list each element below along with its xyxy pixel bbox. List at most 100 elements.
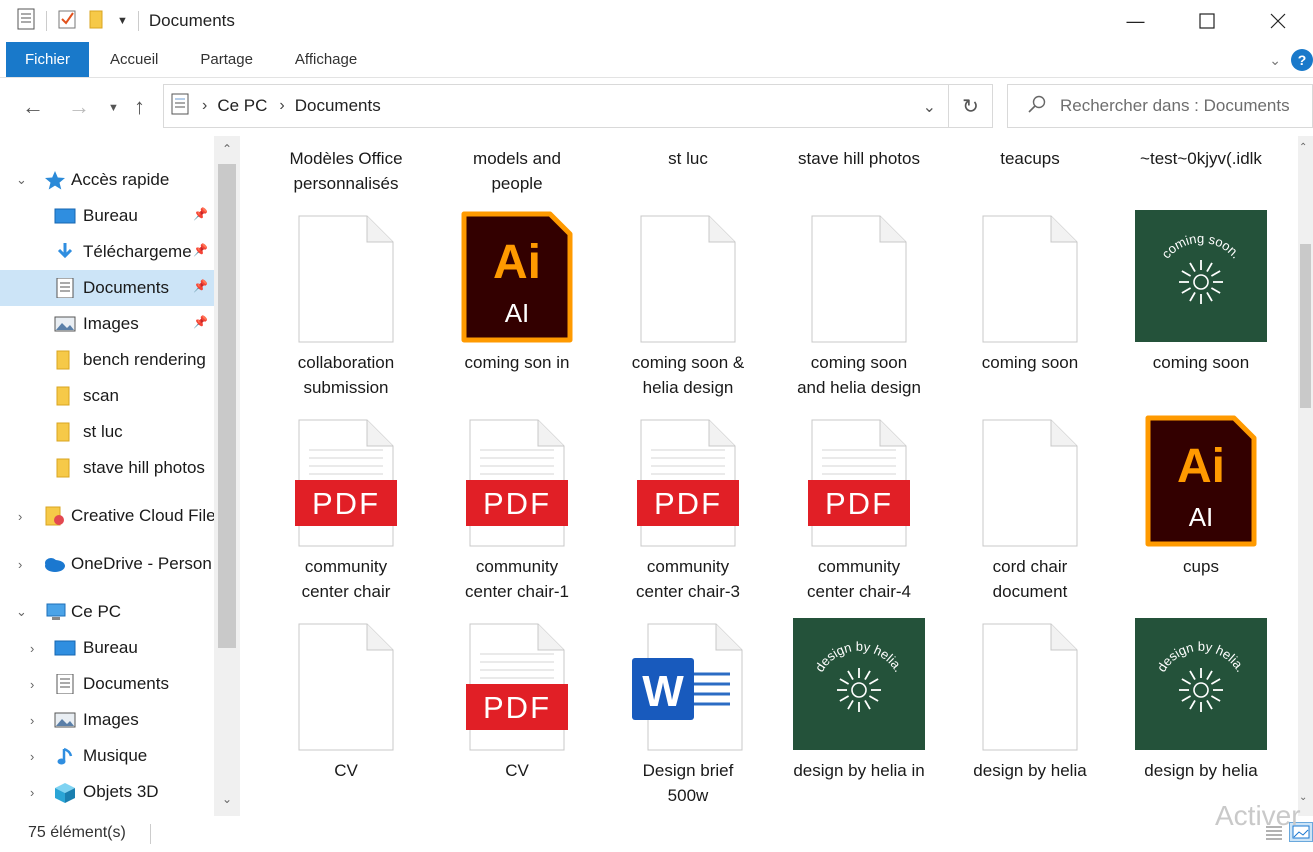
sidebar-item-documents[interactable]: Documents 📌 — [0, 270, 214, 306]
file-item-cv[interactable]: CV — [266, 618, 426, 816]
sidebar-scrollbar[interactable]: ⌃ ⌄ — [214, 136, 240, 816]
file-item-community-center-chair-3[interactable]: PDF community center chair-3 — [608, 414, 768, 614]
file-item-test-0kjyv-idlk[interactable]: ~test~0kjyv(.idlk — [1121, 136, 1281, 206]
sidebar-item-pc-documents[interactable]: › Documents — [0, 666, 214, 702]
sidebar-item-acces-rapide[interactable]: ⌄ Accès rapide — [0, 162, 214, 198]
sidebar-item-pc-images[interactable]: › Images — [0, 702, 214, 738]
svg-text:Ai: Ai — [493, 236, 541, 289]
image-thumbnail: design by helia. — [779, 618, 939, 758]
file-item-models-and-people[interactable]: models and people — [437, 136, 597, 206]
file-item-design-by-helia[interactable]: design by helia. design by helia — [1121, 618, 1281, 816]
pin-icon[interactable]: 📌 — [193, 315, 208, 329]
file-item-community-center-chair-4[interactable]: PDF community center chair-4 — [779, 414, 939, 614]
sidebar-item-onedrive[interactable]: › OneDrive - Person — [0, 546, 214, 582]
file-item-design-brief-500w[interactable]: W Design brief 500w — [608, 618, 768, 816]
sidebar-item-telechargements[interactable]: Téléchargeme 📌 — [0, 234, 214, 270]
sidebar-item-objets-3d[interactable]: › Objets 3D — [0, 774, 214, 810]
chevron-right-icon[interactable]: › — [30, 785, 34, 800]
chevron-down-icon[interactable]: ⌄ — [923, 97, 936, 117]
chevron-right-icon[interactable]: › — [30, 641, 34, 656]
tab-accueil[interactable]: Accueil — [89, 42, 179, 77]
pin-icon[interactable]: 📌 — [193, 279, 208, 293]
scroll-down-arrow-icon[interactable]: ⌄ — [214, 792, 240, 806]
file-item-coming-soon-and-helia-design[interactable]: coming soon and helia design — [779, 210, 939, 410]
file-item-coming-soon[interactable]: coming soon — [950, 210, 1110, 410]
file-item-design-by-helia[interactable]: design by helia — [950, 618, 1110, 816]
chevron-right-icon[interactable]: › — [18, 509, 22, 524]
sidebar-item-creative-cloud[interactable]: › Creative Cloud File — [0, 498, 216, 534]
content-scrollbar[interactable]: ⌃ ⌄ — [1298, 136, 1313, 816]
file-item-coming-soon-helia-design[interactable]: coming soon & helia design — [608, 210, 768, 410]
chevron-right-icon[interactable]: › — [279, 97, 284, 115]
file-item-cv[interactable]: PDF CV — [437, 618, 597, 816]
scrollbar-thumb[interactable] — [218, 164, 236, 648]
scrollbar-thumb[interactable] — [1300, 244, 1311, 408]
divider — [46, 11, 47, 31]
address-bar[interactable]: › Ce PC › Documents ⌄ ↻ — [163, 84, 993, 128]
file-name-line-1: cord chair — [992, 557, 1068, 576]
file-item-teacups[interactable]: teacups — [950, 136, 1110, 206]
close-button[interactable] — [1242, 0, 1313, 42]
folder-icon — [56, 386, 78, 406]
file-name-line-1: cups — [1183, 557, 1219, 576]
chevron-right-icon[interactable]: › — [202, 97, 207, 115]
help-icon[interactable]: ? — [1291, 49, 1313, 71]
breadcrumb-ce-pc[interactable]: Ce PC — [217, 96, 267, 116]
sidebar-item-scan[interactable]: scan — [0, 378, 214, 414]
chevron-right-icon[interactable]: › — [18, 557, 22, 572]
sidebar-item-bureau[interactable]: Bureau 📌 — [0, 198, 214, 234]
chevron-right-icon[interactable]: › — [30, 713, 34, 728]
file-item-collaboration-submission[interactable]: collaboration submission — [266, 210, 426, 410]
minimize-button[interactable]: — — [1100, 0, 1171, 42]
navigation-bar: ← → ▼ ↑ › Ce PC › Documents ⌄ ↻ Recherch… — [0, 78, 1313, 136]
checklist-icon[interactable] — [57, 8, 77, 34]
sidebar-item-stave-hill-photos[interactable]: stave hill photos — [0, 450, 214, 486]
tab-affichage[interactable]: Affichage — [274, 42, 378, 77]
sidebar-item-pc-bureau[interactable]: › Bureau — [0, 630, 214, 666]
file-item-coming-soon[interactable]: coming soon. coming soon — [1121, 210, 1281, 410]
file-item-community-center-chair-1[interactable]: PDF community center chair-1 — [437, 414, 597, 614]
properties-icon[interactable] — [16, 8, 36, 34]
sidebar-item-musique[interactable]: › Musique — [0, 738, 214, 774]
pin-icon[interactable]: 📌 — [193, 207, 208, 221]
file-item-community-center-chair[interactable]: PDF community center chair — [266, 414, 426, 614]
chevron-down-icon[interactable]: ⌄ — [16, 172, 27, 188]
file-item-design-by-helia-in[interactable]: design by helia. design by helia in — [779, 618, 939, 816]
tab-fichier[interactable]: Fichier — [6, 42, 90, 77]
pin-icon[interactable]: 📌 — [193, 243, 208, 257]
chevron-right-icon[interactable]: › — [30, 677, 34, 692]
desktop-icon — [54, 206, 76, 226]
pdf-file-icon: PDF — [437, 618, 597, 758]
file-item-cups[interactable]: Ai AI cups — [1121, 414, 1281, 614]
new-folder-icon[interactable] — [87, 8, 107, 34]
customize-dropdown-icon[interactable]: ▼ — [117, 15, 128, 27]
forward-button[interactable]: → — [68, 94, 90, 120]
file-item-st-luc[interactable]: st luc — [608, 136, 768, 206]
recent-locations-icon[interactable]: ▼ — [108, 102, 119, 114]
expand-ribbon-icon[interactable]: ⌄ — [1269, 52, 1281, 69]
breadcrumb-documents[interactable]: Documents — [295, 96, 381, 116]
sidebar-item-label: Ce PC — [71, 602, 122, 621]
up-button[interactable]: ↑ — [134, 94, 145, 120]
file-name-line-1: coming soon — [981, 353, 1079, 372]
chevron-down-icon[interactable]: ⌄ — [16, 604, 27, 620]
refresh-button[interactable]: ↻ — [948, 85, 992, 127]
scroll-up-arrow-icon[interactable]: ⌃ — [214, 142, 240, 156]
tab-partage[interactable]: Partage — [179, 42, 274, 77]
file-item-mod-les-office-personnalis-s[interactable]: Modèles Office personnalisés — [266, 136, 426, 206]
sidebar-item-st-luc[interactable]: st luc — [0, 414, 214, 450]
maximize-button[interactable] — [1171, 0, 1242, 42]
file-item-stave-hill-photos[interactable]: stave hill photos — [779, 136, 939, 206]
search-box[interactable]: Rechercher dans : Documents — [1007, 84, 1313, 128]
chevron-right-icon[interactable]: › — [30, 749, 34, 764]
file-name-line-1: Modèles Office — [289, 149, 403, 168]
documents-icon — [54, 277, 76, 299]
file-name-line-1: stave hill photos — [798, 149, 920, 168]
sidebar-item-ce-pc[interactable]: ⌄ Ce PC — [0, 594, 214, 630]
scroll-up-arrow-icon[interactable]: ⌃ — [1299, 142, 1307, 153]
file-item-coming-son-in[interactable]: Ai AI coming son in — [437, 210, 597, 410]
back-button[interactable]: ← — [22, 94, 44, 120]
sidebar-item-images[interactable]: Images 📌 — [0, 306, 214, 342]
file-item-cord-chair-document[interactable]: cord chair document — [950, 414, 1110, 614]
sidebar-item-bench-rendering[interactable]: bench rendering — [0, 342, 214, 378]
